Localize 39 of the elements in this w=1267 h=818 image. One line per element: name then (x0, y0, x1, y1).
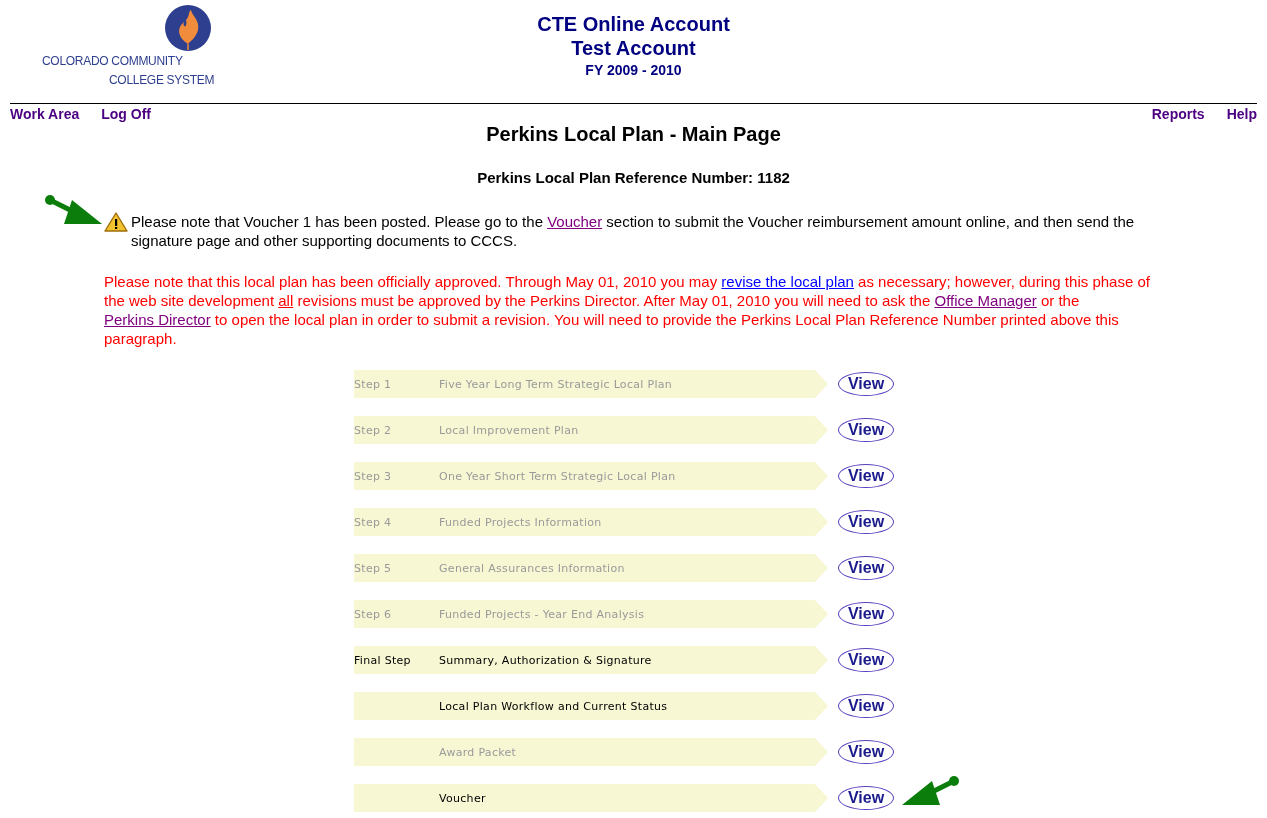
text-link[interactable]: Perkins Director (104, 311, 211, 328)
text-link[interactable]: Office Manager (934, 292, 1037, 309)
step-title: Local Improvement Plan (439, 423, 579, 437)
page-title: Perkins Local Plan - Main Page (485, 122, 782, 146)
reference-number: Perkins Local Plan Reference Number: 1182 (476, 168, 791, 188)
step-title: Voucher (439, 791, 486, 805)
nav-link[interactable]: Reports (1151, 106, 1205, 122)
logo-icon (164, 4, 212, 52)
step-label: Step 5 (354, 561, 392, 575)
text-link[interactable]: Voucher (547, 213, 603, 230)
logo-text: COLORADO COMMUNITY (42, 53, 184, 70)
view-button[interactable]: View (838, 648, 894, 672)
nav-link[interactable]: Log Off (101, 106, 151, 122)
view-button[interactable]: View (838, 694, 894, 718)
step-label: Step 2 (354, 423, 392, 437)
notice-text: Please note that Voucher 1 has been posted. Please go to the Voucher section to submit the Voucher reimbursement amount online, and then send the signature page and other supporting documents to CCCS. (131, 212, 1136, 250)
step-title: One Year Short Term Strategic Local Plan (439, 469, 676, 483)
fiscal-year: FY 2009 - 2010 (585, 61, 682, 80)
approval-text: Please note that this local plan has been officially approved. Through May 01, 2010 you may revise the local plan as necessary; however, during this phase of the web site development all revisions must be approved by the Perkins Director. After May 01, 2010 you will need to ask the Office Manager or the Perkins Director to open the local plan in order to submit a revision. You will need to provide the Perkins Local Plan Reference Number printed above this paragraph. (104, 272, 1151, 348)
nav-link[interactable]: Help (1226, 106, 1257, 122)
step-title: Funded Projects Information (439, 515, 602, 529)
step-title: General Assurances Information (439, 561, 625, 575)
view-button[interactable]: View (838, 786, 894, 810)
step-title: Five Year Long Term Strategic Local Plan (439, 377, 673, 391)
step-title: Summary, Authorization & Signature (439, 653, 652, 667)
step-title: Local Plan Workflow and Current Status (439, 699, 668, 713)
step-title: Award Packet (439, 745, 517, 759)
step-label: Step 4 (354, 515, 392, 529)
step-label: Step 1 (354, 377, 392, 391)
step-label: Step 3 (354, 469, 392, 483)
warning-icon (104, 212, 128, 232)
account-name: Test Account (571, 36, 696, 60)
site-title: CTE Online Account (537, 12, 730, 36)
text-link[interactable]: revise the local plan (721, 273, 854, 290)
step-label: Final Step (354, 653, 411, 667)
logo-text: COLLEGE SYSTEM (108, 72, 216, 89)
step-title: Funded Projects - Year End Analysis (439, 607, 645, 621)
step-label: Step 6 (354, 607, 392, 621)
nav-link[interactable]: Work Area (10, 106, 80, 122)
